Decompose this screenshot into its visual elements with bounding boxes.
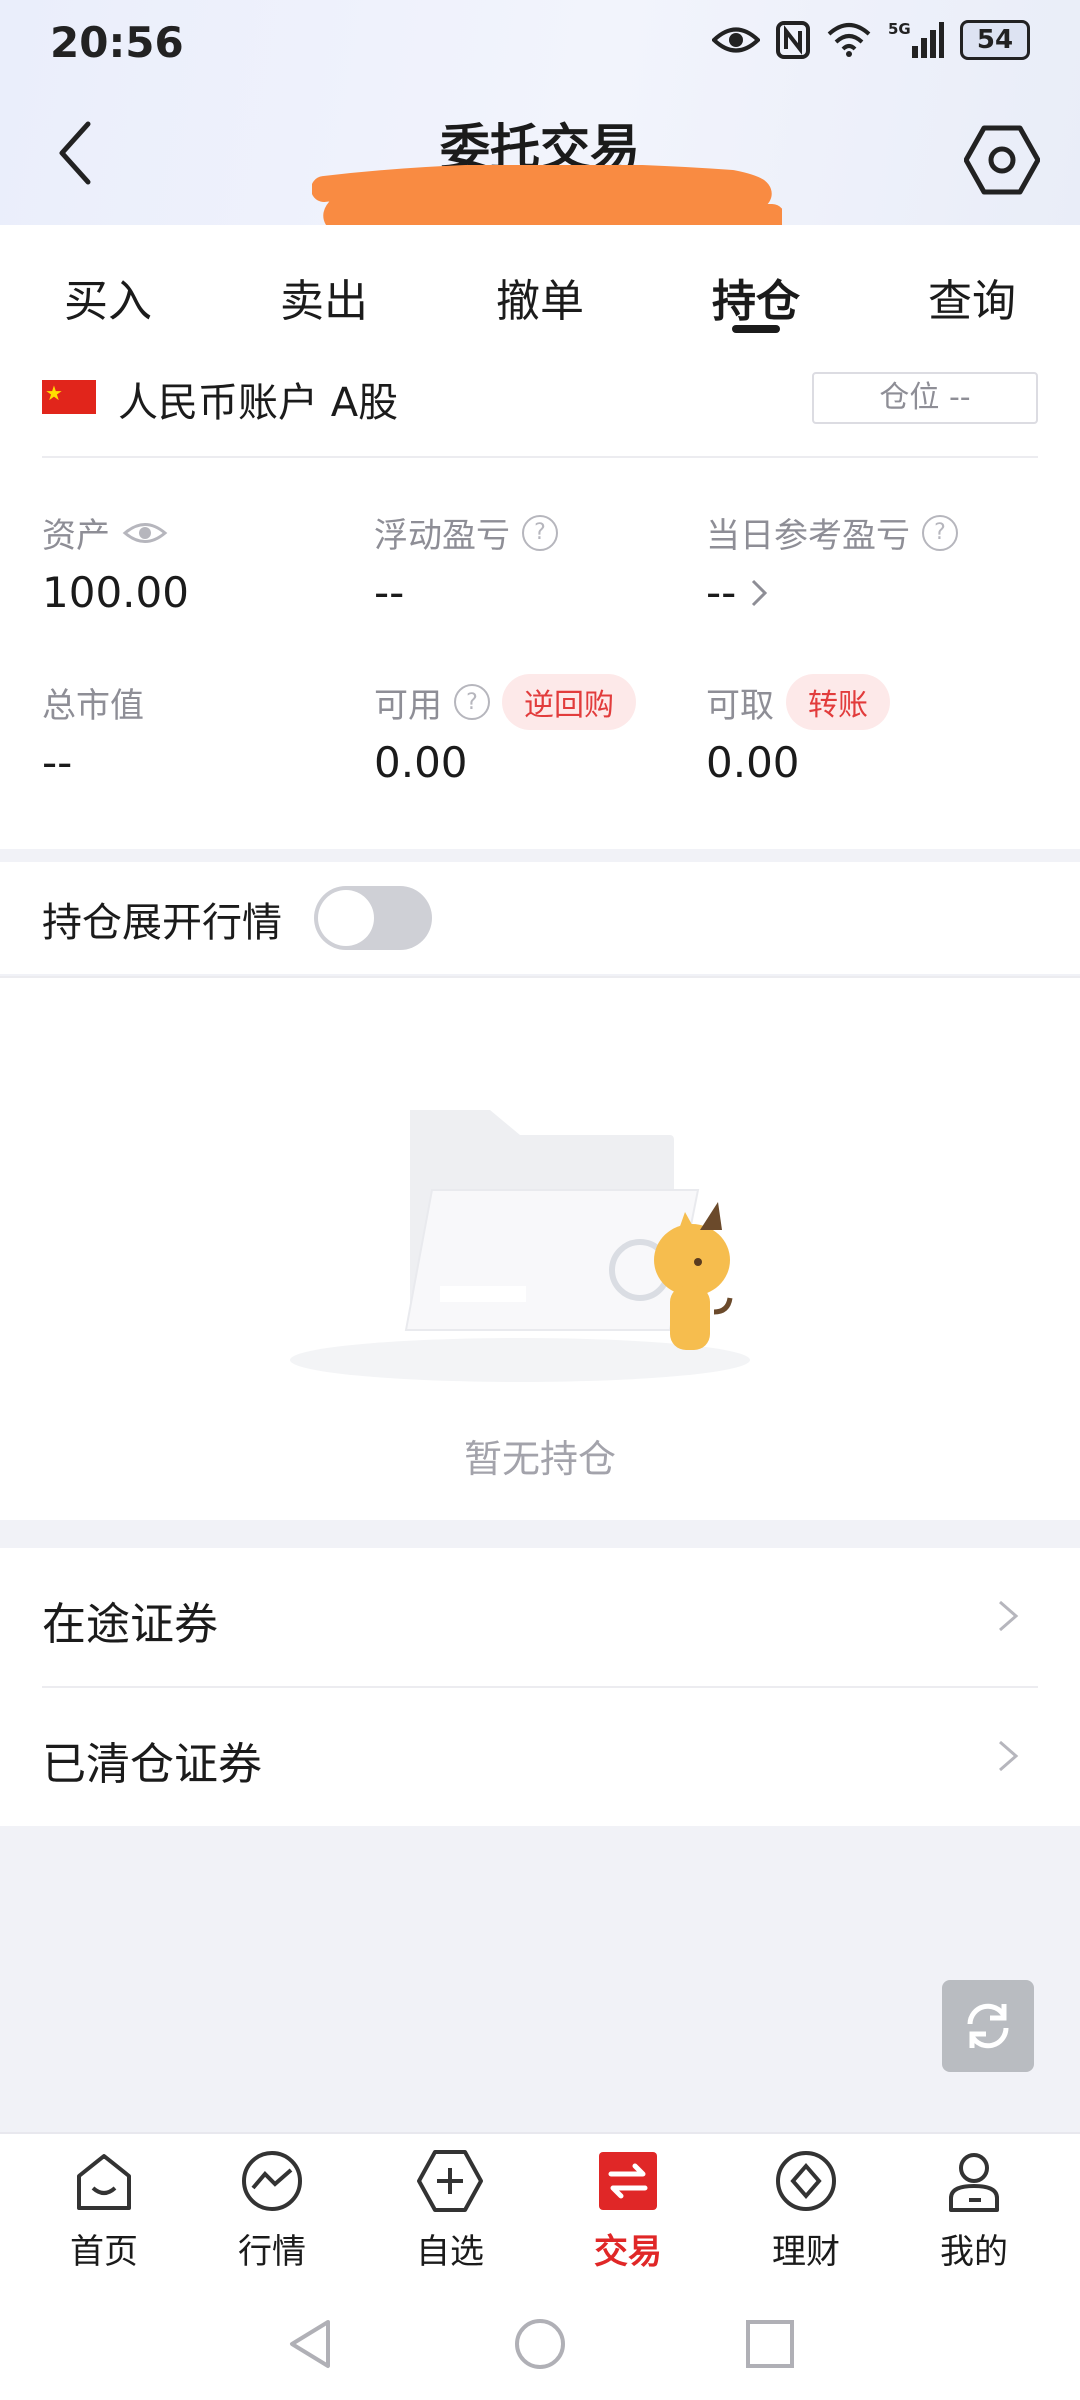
svg-text:5G: 5G bbox=[888, 20, 911, 38]
empty-folder-illustration bbox=[290, 1110, 750, 1382]
market-icon bbox=[242, 2151, 302, 2211]
nav-label: 首页 bbox=[70, 2232, 138, 2272]
available-value: 0.00 bbox=[374, 738, 468, 787]
position-button[interactable]: 仓位 -- bbox=[812, 372, 1038, 424]
reverse-repo-button[interactable]: 逆回购 bbox=[502, 674, 636, 730]
nav-label: 交易 bbox=[594, 2232, 662, 2272]
available-label: 可用 bbox=[374, 685, 442, 726]
wifi-icon bbox=[827, 23, 871, 57]
withdrawable-label-group: 可取 转账 bbox=[706, 674, 890, 730]
system-home-icon[interactable] bbox=[512, 2316, 568, 2372]
system-recents-icon[interactable] bbox=[744, 2318, 796, 2370]
floating-pnl-value: -- bbox=[374, 568, 405, 617]
home-icon bbox=[77, 2154, 131, 2210]
expand-quotes-label: 持仓展开行情 bbox=[42, 900, 282, 946]
chevron-right-icon bbox=[752, 579, 768, 606]
nav-label: 自选 bbox=[416, 2232, 484, 2272]
help-icon[interactable]: ? bbox=[454, 684, 490, 720]
nav-profile[interactable]: 我的 bbox=[904, 2146, 1044, 2273]
floating-pnl-label-group: 浮动盈亏 ? bbox=[374, 508, 558, 557]
watchlist-icon bbox=[417, 2150, 483, 2212]
assets-label-group: 资产 bbox=[42, 508, 168, 557]
daily-pnl-value-group[interactable]: -- bbox=[706, 568, 768, 617]
battery-indicator: 54 bbox=[960, 20, 1030, 60]
eye-toggle-icon[interactable] bbox=[122, 518, 168, 548]
wealth-icon bbox=[776, 2151, 836, 2211]
nav-watchlist[interactable]: 自选 bbox=[380, 2146, 520, 2273]
tab-sell[interactable]: 卖出 bbox=[216, 225, 432, 337]
nav-market[interactable]: 行情 bbox=[202, 2146, 342, 2273]
daily-pnl-label: 当日参考盈亏 bbox=[706, 516, 910, 556]
refresh-icon bbox=[967, 2003, 1009, 2049]
nav-wealth[interactable]: 理财 bbox=[736, 2146, 876, 2273]
system-back-icon[interactable] bbox=[284, 2316, 336, 2372]
assets-label: 资产 bbox=[42, 516, 110, 556]
eye-icon bbox=[712, 27, 760, 53]
list-item-label: 已清仓证券 bbox=[42, 1739, 262, 1790]
refresh-button[interactable] bbox=[942, 1980, 1034, 2072]
tab-buy[interactable]: 买入 bbox=[0, 225, 216, 337]
market-value-label: 总市值 bbox=[42, 686, 144, 726]
profile-icon bbox=[949, 2153, 999, 2212]
withdrawable-label: 可取 bbox=[706, 685, 774, 726]
daily-pnl-value: -- bbox=[706, 568, 737, 617]
nav-home[interactable]: 首页 bbox=[34, 2146, 174, 2273]
expand-quotes-toggle[interactable] bbox=[314, 886, 432, 950]
account-name[interactable]: 人民币账户 A股 bbox=[118, 370, 398, 428]
divider bbox=[42, 456, 1038, 458]
divider bbox=[42, 1686, 1038, 1688]
list-item-in-transit[interactable]: 在途证券 bbox=[0, 1548, 1080, 1686]
nav-label: 理财 bbox=[772, 2232, 840, 2272]
help-icon[interactable]: ? bbox=[922, 514, 958, 551]
tab-query[interactable]: 查询 bbox=[864, 225, 1080, 337]
signal-icon: 5G bbox=[888, 20, 944, 58]
available-label-group: 可用 ? 逆回购 bbox=[374, 674, 636, 730]
nav-label: 行情 bbox=[238, 2232, 306, 2272]
chevron-right-icon bbox=[999, 1600, 1019, 1632]
withdrawable-value: 0.00 bbox=[706, 738, 800, 787]
market-value-label-group: 总市值 bbox=[42, 678, 144, 727]
list-item-label: 在途证券 bbox=[42, 1599, 218, 1650]
trade-tabs: 买入 卖出 撤单 持仓 查询 bbox=[0, 225, 1080, 339]
market-value-value: -- bbox=[42, 738, 73, 787]
daily-pnl-label-group: 当日参考盈亏 ? bbox=[706, 508, 958, 557]
help-icon[interactable]: ? bbox=[522, 514, 558, 551]
tab-cancel[interactable]: 撤单 bbox=[432, 225, 648, 337]
assets-value: 100.00 bbox=[42, 568, 189, 617]
empty-state-text: 暂无持仓 bbox=[463, 1437, 616, 1481]
floating-pnl-label: 浮动盈亏 bbox=[374, 516, 510, 556]
nfc-icon bbox=[776, 21, 810, 59]
settings-hexagon-icon[interactable] bbox=[964, 122, 1040, 198]
china-flag-icon: ★ bbox=[42, 380, 96, 414]
chevron-right-icon bbox=[999, 1740, 1019, 1772]
tab-holdings[interactable]: 持仓 bbox=[648, 225, 864, 337]
nav-label: 我的 bbox=[940, 2232, 1008, 2272]
list-item-cleared[interactable]: 已清仓证券 bbox=[0, 1688, 1080, 1826]
status-time: 20:56 bbox=[50, 18, 184, 67]
status-icons: 5G 54 bbox=[712, 20, 1030, 60]
trade-icon bbox=[599, 2152, 657, 2210]
transfer-button[interactable]: 转账 bbox=[786, 674, 890, 730]
toggle-knob bbox=[318, 890, 374, 946]
nav-trade[interactable]: 交易 bbox=[558, 2146, 698, 2273]
